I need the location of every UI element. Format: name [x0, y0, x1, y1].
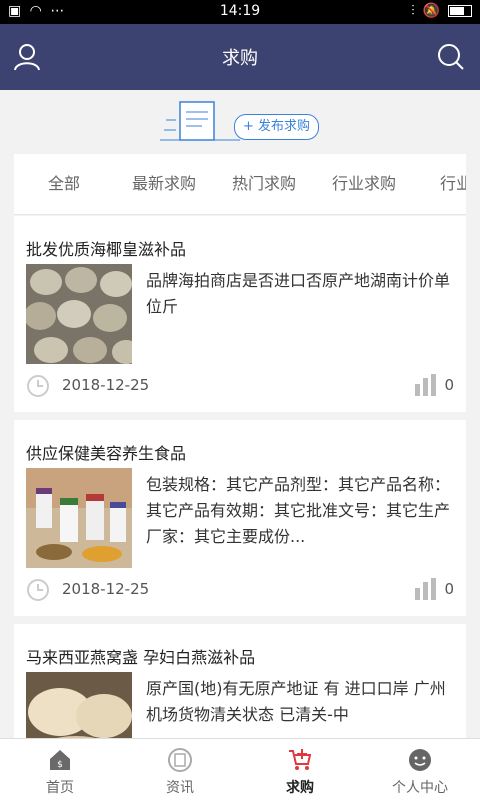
- vibrate-icon: ⫶: [411, 3, 415, 19]
- list-item[interactable]: 供应保健美容养生食品 包装规格：其它产品剂型：其它产品名称：其它产品有效期：其它…: [14, 420, 466, 616]
- clock-icon: [27, 579, 49, 601]
- item-date: 2018-12-25: [62, 376, 150, 394]
- app-header: 求购: [0, 24, 480, 90]
- tab-industry[interactable]: 行业求购: [314, 154, 414, 214]
- page-title: 求购: [222, 48, 258, 69]
- tab-industry-more[interactable]: 行业分: [414, 154, 466, 214]
- status-icons-right: ⫶ 🔕: [411, 3, 472, 19]
- publish-banner: + 发布求购: [0, 90, 480, 154]
- item-date: 2018-12-25: [62, 580, 150, 598]
- item-title: 马来西亚燕窝盏 孕妇白燕滋补品: [26, 648, 256, 667]
- nav-request[interactable]: 求购: [240, 739, 360, 801]
- supplements-thumbnail: [26, 468, 132, 568]
- svg-text:$: $: [57, 760, 63, 770]
- birdnest-thumbnail: [26, 672, 132, 738]
- status-bar: ▣ ◠ ⋯ 14:19 ⫶ 🔕: [0, 0, 480, 24]
- nav-news[interactable]: 资讯: [120, 739, 240, 801]
- battery-icon: [448, 5, 472, 17]
- nav-label: 资讯: [166, 780, 194, 796]
- nav-label: 首页: [46, 780, 74, 796]
- news-icon: [168, 748, 192, 772]
- bar-chart-icon: [415, 374, 437, 396]
- list-item[interactable]: 批发优质海椰皇滋补品 品牌海拍商店是否进口否原产地湖南计价单位斤 2018-12…: [14, 216, 466, 412]
- request-list: 批发优质海椰皇滋补品 品牌海拍商店是否进口否原产地湖南计价单位斤 2018-12…: [14, 216, 466, 738]
- bottom-nav: $ 首页 资讯 求购 个人中心: [0, 738, 480, 801]
- coconut-thumbnail: [26, 264, 132, 364]
- tab-all[interactable]: 全部: [14, 154, 114, 214]
- list-item[interactable]: 马来西亚燕窝盏 孕妇白燕滋补品 原产国(地)有无原产地证 有 进口口岸 广州机场…: [14, 624, 466, 738]
- document-illustration-icon: [160, 101, 240, 141]
- item-title: 批发优质海椰皇滋补品: [26, 240, 187, 259]
- category-tabs: 全部最新求购热门求购行业求购行业分: [14, 154, 466, 215]
- tab-hot[interactable]: 热门求购: [214, 154, 314, 214]
- mute-icon: 🔕: [422, 3, 440, 19]
- nav-label: 个人中心: [392, 780, 448, 796]
- publish-request-button[interactable]: + 发布求购: [234, 114, 320, 140]
- cart-icon: [289, 749, 312, 770]
- item-title: 供应保健美容养生食品: [26, 444, 187, 463]
- tab-latest[interactable]: 最新求购: [114, 154, 214, 214]
- item-description: 包装规格：其它产品剂型：其它产品名称：其它产品有效期：其它批准文号：其它生产厂家…: [146, 475, 451, 546]
- nav-profile[interactable]: 个人中心: [360, 739, 480, 801]
- nav-home[interactable]: $ 首页: [0, 739, 120, 801]
- item-meta: 2018-12-25 0: [26, 578, 454, 602]
- item-meta: 2018-12-25 0: [26, 374, 454, 398]
- bar-chart-icon: [415, 578, 437, 600]
- item-description: 品牌海拍商店是否进口否原产地湖南计价单位斤: [146, 271, 451, 316]
- status-time: 14:19: [219, 3, 261, 19]
- home-icon: $: [50, 750, 70, 770]
- clock-icon: [27, 375, 49, 397]
- item-views: 0: [444, 580, 454, 598]
- item-description: 原产国(地)有无原产地证 有 进口口岸 广州机场货物清关状态 已清关-中: [146, 679, 446, 724]
- nav-label: 求购: [286, 780, 314, 796]
- item-views: 0: [444, 376, 454, 394]
- search-icon[interactable]: [434, 40, 468, 74]
- profile-icon: [409, 749, 431, 771]
